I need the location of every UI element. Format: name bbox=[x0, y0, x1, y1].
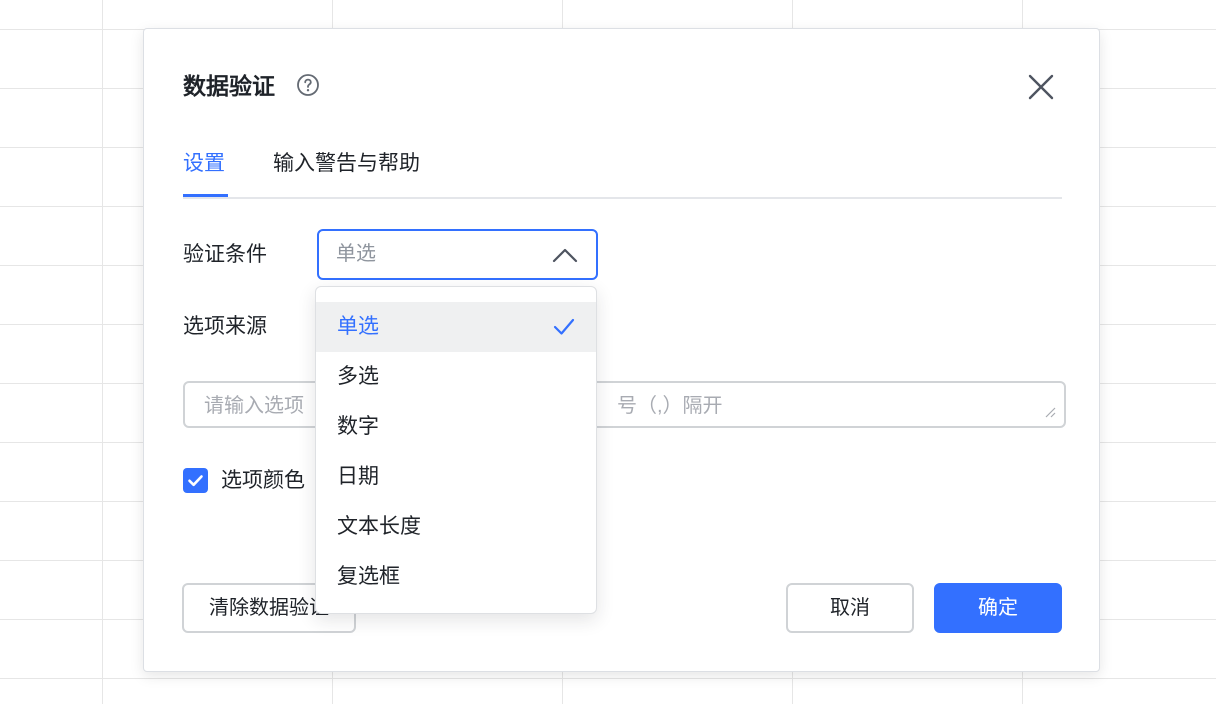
confirm-button[interactable]: 确定 bbox=[934, 583, 1062, 633]
dropdown-option-single-select[interactable]: 单选 bbox=[316, 302, 596, 352]
dropdown-option-checkbox[interactable]: 复选框 bbox=[316, 552, 596, 602]
condition-label: 验证条件 bbox=[183, 243, 267, 266]
tab-bar: 设置 输入警告与帮助 bbox=[183, 147, 1062, 199]
option-label: 数字 bbox=[337, 415, 379, 438]
dropdown-option-number[interactable]: 数字 bbox=[316, 402, 596, 452]
resize-grip-icon[interactable] bbox=[1044, 406, 1056, 418]
option-label: 复选框 bbox=[337, 565, 400, 588]
condition-select[interactable]: 单选 bbox=[317, 229, 598, 280]
option-label: 单选 bbox=[337, 315, 379, 338]
tab-settings[interactable]: 设置 bbox=[183, 147, 228, 197]
dropdown-option-text-length[interactable]: 文本长度 bbox=[316, 502, 596, 552]
dialog-title: 数据验证 bbox=[183, 73, 275, 99]
option-label: 文本长度 bbox=[337, 515, 421, 538]
option-color-checkbox[interactable] bbox=[183, 468, 208, 493]
source-placeholder-right: 号（,）隔开 bbox=[617, 395, 723, 417]
dropdown-option-date[interactable]: 日期 bbox=[316, 452, 596, 502]
data-validation-dialog: 数据验证 设置 输入警告与帮助 验证条件 单选 选项来源 请输入选项 号（,）隔… bbox=[143, 28, 1100, 672]
condition-dropdown-menu: 单选 多选 数字 日期 文本长度 复选框 bbox=[315, 286, 597, 614]
checkbox-check-icon bbox=[188, 475, 203, 487]
option-label: 多选 bbox=[337, 365, 379, 388]
condition-select-value: 单选 bbox=[336, 243, 376, 265]
tab-input-warning-help[interactable]: 输入警告与帮助 bbox=[273, 147, 420, 195]
check-icon bbox=[553, 318, 575, 335]
close-icon[interactable] bbox=[1025, 71, 1057, 103]
option-label: 日期 bbox=[337, 465, 379, 488]
dropdown-option-multi-select[interactable]: 多选 bbox=[316, 352, 596, 402]
cancel-button[interactable]: 取消 bbox=[786, 583, 914, 633]
source-placeholder-left: 请输入选项 bbox=[204, 395, 304, 417]
chevron-up-icon bbox=[552, 248, 578, 263]
source-label: 选项来源 bbox=[183, 315, 267, 338]
help-icon[interactable] bbox=[296, 73, 320, 97]
option-color-label: 选项颜色 bbox=[221, 469, 305, 492]
